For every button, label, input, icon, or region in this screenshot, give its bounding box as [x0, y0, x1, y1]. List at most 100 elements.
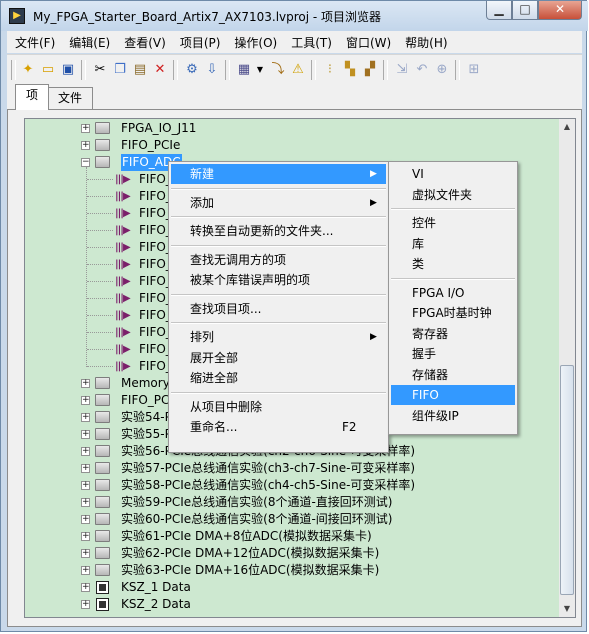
menu-item-13[interactable]: 缩进全部 — [171, 368, 386, 388]
expand-toggle-icon[interactable]: + — [81, 141, 90, 150]
menu-item-5[interactable]: 类 — [391, 254, 515, 274]
menu-item-label: 握手 — [412, 347, 437, 361]
expand-toggle-icon[interactable]: + — [81, 532, 90, 541]
expand-toggle-icon[interactable]: + — [81, 396, 90, 405]
expand-toggle-icon[interactable]: + — [81, 515, 90, 524]
open-folder-icon[interactable]: ▭ — [39, 61, 57, 79]
new-target-icon[interactable]: ⊞ — [465, 61, 483, 79]
title-bar[interactable]: ▶ My_FPGA_Starter_Board_Artix7_AX7103.lv… — [1, 1, 588, 31]
menu-item-4[interactable]: 库 — [391, 234, 515, 254]
menu-item-7[interactable]: 被某个库错误声明的项 — [171, 270, 386, 290]
menu-tools[interactable]: 工具(T) — [283, 34, 338, 51]
menu-item-12[interactable]: 展开全部 — [171, 348, 386, 368]
tree-row[interactable]: + 实验62-PCIe DMA+12位ADC(模拟数据采集卡) — [25, 545, 555, 562]
add-item-icon[interactable]: ⊕ — [433, 61, 451, 79]
menu-item-6[interactable]: 查找无调用方的项 — [171, 250, 386, 270]
menu-item-fifo[interactable]: FIFO — [391, 385, 515, 405]
scroll-down-icon[interactable]: ▼ — [559, 601, 575, 617]
menu-item-label: 类 — [412, 257, 425, 271]
tree-row[interactable]: + KSZ_1 Data — [25, 579, 555, 596]
menu-view[interactable]: 查看(V) — [116, 34, 172, 51]
menu-item-label: 缩进全部 — [190, 371, 239, 385]
menu-item-9[interactable]: 寄存器 — [391, 324, 515, 344]
save-all-icon[interactable]: ▣ — [59, 61, 77, 79]
vertical-scrollbar[interactable]: ▲ ▼ — [559, 118, 576, 618]
filter-icon[interactable]: ⇲ — [393, 61, 411, 79]
scrollbar-thumb[interactable] — [560, 365, 574, 595]
expand-icon[interactable]: ▚ — [341, 61, 359, 79]
paste-icon[interactable]: ▤ — [131, 61, 149, 79]
menu-item-10[interactable]: 握手 — [391, 344, 515, 364]
menu-project[interactable]: 项目(P) — [172, 34, 227, 51]
tree-row[interactable]: + 实验57-PCIe总线通信实验(ch3-ch7-Sine-可变采样率) — [25, 460, 555, 477]
cut-icon[interactable]: ✂ — [91, 61, 109, 79]
menu-item-11[interactable]: 存储器 — [391, 365, 515, 385]
sort-icon[interactable]: ⁝ — [321, 61, 339, 79]
expand-toggle-icon[interactable]: + — [81, 549, 90, 558]
menu-item-fpga[interactable]: FPGA时基时钟 — [391, 303, 515, 323]
tree-row[interactable]: + 实验58-PCIe总线通信实验(ch4-ch5-Sine-可变采样率) — [25, 477, 555, 494]
menu-item-9[interactable]: 查找项目项... — [171, 299, 386, 319]
minimize-button[interactable]: ▁ — [486, 1, 512, 20]
tree-row[interactable]: + 实验61-PCIe DMA+8位ADC(模拟数据采集卡) — [25, 528, 555, 545]
menu-edit[interactable]: 编辑(E) — [61, 34, 116, 51]
chip-icon — [96, 581, 109, 594]
menu-item-2[interactable]: 添加 ▶ — [171, 193, 386, 213]
tree-row[interactable]: + 实验63-PCIe DMA+16位ADC(模拟数据采集卡) — [25, 562, 555, 579]
tab-files[interactable]: 文件 — [47, 87, 94, 109]
tree-item-label: 实验61-PCIe DMA+8位ADC(模拟数据采集卡) — [121, 529, 372, 543]
expand-toggle-icon[interactable]: + — [81, 430, 90, 439]
menu-item-4[interactable]: 转换至自动更新的文件夹... — [171, 221, 386, 241]
warning-icon[interactable]: ⚠ — [289, 61, 307, 79]
collapse-icon[interactable]: ▞ — [361, 61, 379, 79]
maximize-button[interactable]: □ — [512, 1, 538, 20]
menu-item-0[interactable]: 新建 ▶ — [171, 164, 386, 184]
expand-toggle-icon[interactable]: + — [81, 600, 90, 609]
menu-item-fpga-i-o[interactable]: FPGA I/O — [391, 283, 515, 303]
tab-strip: 项 文件 — [7, 84, 582, 110]
delete-icon[interactable]: ✕ — [151, 61, 169, 79]
expand-toggle-icon[interactable]: + — [81, 481, 90, 490]
tree-row[interactable]: + FPGA_IO_J11 — [25, 120, 555, 137]
collapse-toggle-icon[interactable]: − — [81, 158, 90, 167]
tree-row[interactable]: + 实验60-PCIe总线通信实验(8个通道-间接回环测试) — [25, 511, 555, 528]
chevron-down-icon[interactable]: ▼ — [251, 61, 269, 79]
expand-toggle-icon[interactable]: + — [81, 498, 90, 507]
expand-toggle-icon[interactable]: + — [81, 379, 90, 388]
tab-items[interactable]: 项 — [15, 84, 50, 110]
tree-row[interactable]: + FIFO_PCIe — [25, 137, 555, 154]
menu-item-1[interactable]: 虚拟文件夹 — [391, 185, 515, 205]
deploy-icon[interactable]: ⇩ — [203, 61, 221, 79]
menu-item-ip[interactable]: 组件级IP — [391, 406, 515, 426]
fifo-item-icon: |||▶ — [115, 327, 131, 338]
folder-icon — [95, 530, 110, 542]
expand-toggle-icon[interactable]: + — [81, 583, 90, 592]
expand-toggle-icon[interactable]: + — [81, 464, 90, 473]
tree-row[interactable]: + KSZ_2 Data — [25, 596, 555, 613]
folder-icon — [95, 411, 110, 423]
chip-icon — [96, 598, 109, 611]
tree-row[interactable]: + 实验59-PCIe总线通信实验(8个通道-直接回环测试) — [25, 494, 555, 511]
resolve-icon[interactable]: ⤵ — [269, 61, 287, 79]
copy-icon[interactable]: ❐ — [111, 61, 129, 79]
menu-operate[interactable]: 操作(O) — [226, 34, 283, 51]
scroll-up-icon[interactable]: ▲ — [559, 119, 575, 135]
new-icon[interactable]: ✦ — [19, 61, 37, 79]
expand-toggle-icon[interactable]: + — [81, 566, 90, 575]
menu-file[interactable]: 文件(F) — [7, 34, 61, 51]
expand-toggle-icon[interactable]: + — [81, 124, 90, 133]
tree-connector — [87, 366, 113, 367]
fifo-item-icon: |||▶ — [115, 310, 131, 321]
close-button[interactable]: ✕ — [538, 1, 582, 20]
expand-toggle-icon[interactable]: + — [81, 413, 90, 422]
menu-item-vi[interactable]: VI — [391, 164, 515, 184]
menu-window[interactable]: 窗口(W) — [338, 34, 397, 51]
menu-item-3[interactable]: 控件 — [391, 213, 515, 233]
expand-toggle-icon[interactable]: + — [81, 447, 90, 456]
undo-icon[interactable]: ↶ — [413, 61, 431, 79]
menu-item-11[interactable]: 排列 ▶ — [171, 327, 386, 347]
menu-item-15[interactable]: 从项目中删除 — [171, 397, 386, 417]
menu-help[interactable]: 帮助(H) — [397, 34, 453, 51]
menu-item-16[interactable]: 重命名... F2 — [171, 417, 386, 437]
build-icon[interactable]: ⚙ — [183, 61, 201, 79]
